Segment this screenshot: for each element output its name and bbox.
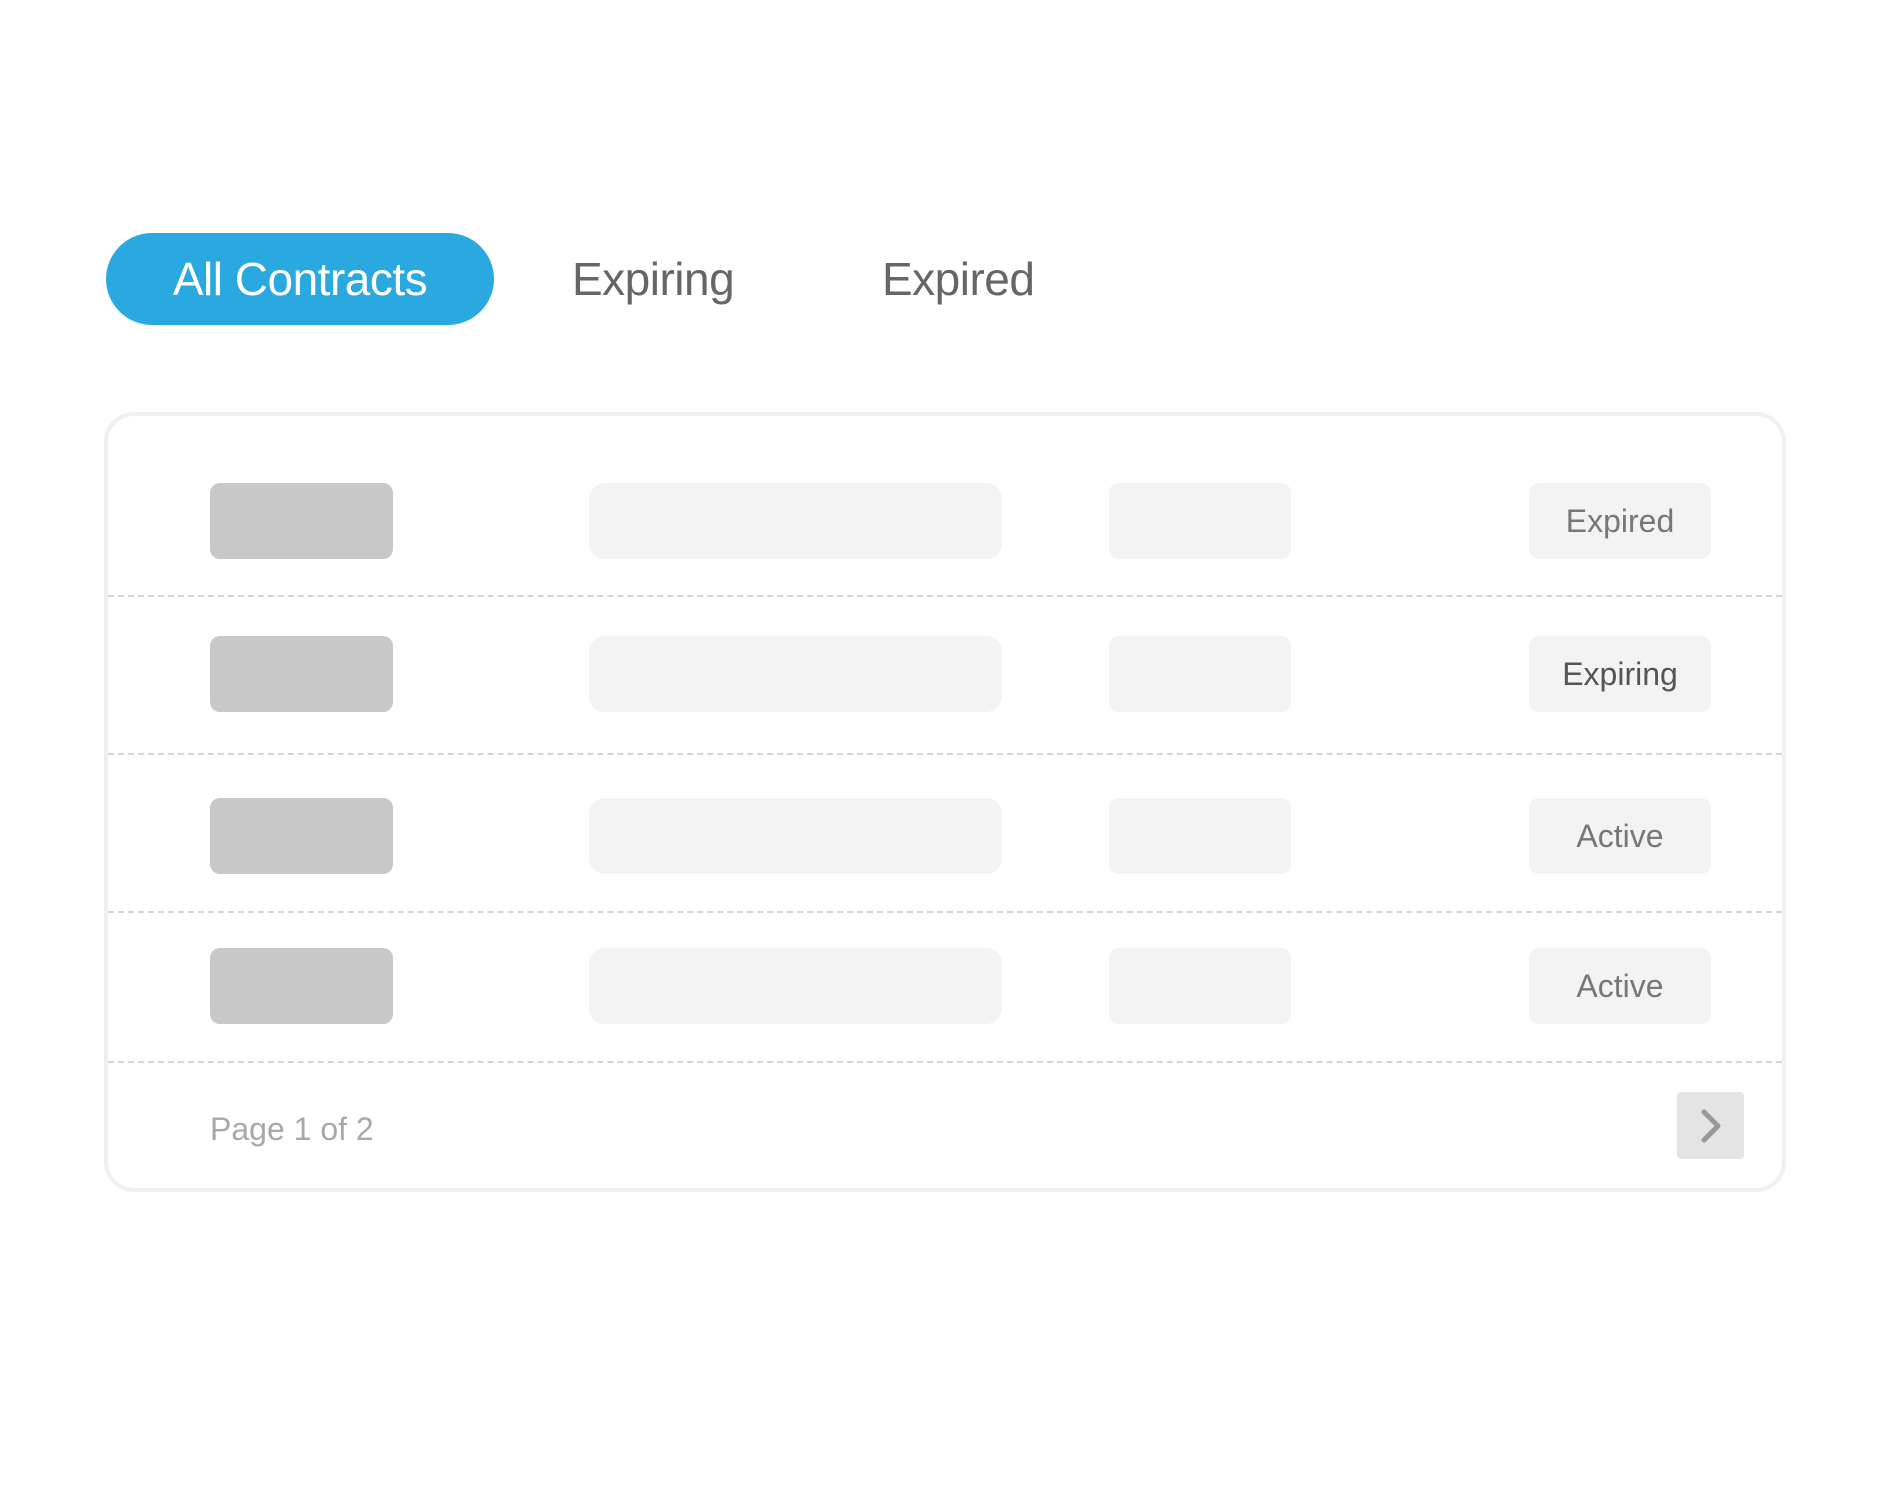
contracts-table: Expired Expiring Active Active Page 1 of… (104, 412, 1786, 1192)
contract-name-placeholder (589, 636, 1002, 712)
chevron-right-icon (1701, 1109, 1720, 1142)
status-badge: Active (1529, 798, 1711, 874)
status-badge: Expired (1529, 483, 1711, 559)
row-divider (108, 595, 1782, 597)
tab-expired[interactable]: Expired (882, 233, 1035, 325)
contract-date-placeholder (1109, 798, 1291, 874)
row-divider (108, 1061, 1782, 1063)
tab-expiring[interactable]: Expiring (572, 233, 735, 325)
row-divider (108, 911, 1782, 913)
contract-id-placeholder (210, 636, 393, 712)
tab-all-contracts[interactable]: All Contracts (106, 233, 494, 325)
status-badge: Expiring (1529, 636, 1711, 712)
contract-date-placeholder (1109, 483, 1291, 559)
contract-id-placeholder (210, 483, 393, 559)
contract-id-placeholder (210, 798, 393, 874)
contract-name-placeholder (589, 798, 1002, 874)
contract-name-placeholder (589, 483, 1002, 559)
contract-date-placeholder (1109, 636, 1291, 712)
next-page-button[interactable] (1677, 1092, 1744, 1159)
row-divider (108, 753, 1782, 755)
contract-name-placeholder (589, 948, 1002, 1024)
contract-id-placeholder (210, 948, 393, 1024)
contract-date-placeholder (1109, 948, 1291, 1024)
page-indicator: Page 1 of 2 (210, 1111, 374, 1147)
status-badge: Active (1529, 948, 1711, 1024)
